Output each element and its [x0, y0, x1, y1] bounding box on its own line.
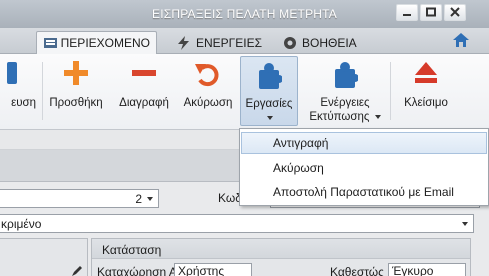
status-header-label: Κατάσταση [102, 243, 162, 257]
left-group-box [0, 238, 88, 276]
tools-dropdown-menu: Αντιγραφή Ακύρωση Αποστολή Παραστατικού … [239, 128, 489, 206]
close-button[interactable]: Κλείσιμο [394, 56, 458, 126]
cancel-button-label: Ακύρωση [183, 97, 233, 109]
menu-item-send-email[interactable]: Αποστολή Παραστατικού με Email [241, 181, 487, 203]
close-button-label: Κλείσιμο [404, 97, 448, 109]
maximize-icon [426, 7, 436, 17]
partial-button-label: ευση [11, 97, 36, 109]
tab-content[interactable]: ΠΕΡΙΕΧΟΜΕΝΟ [36, 31, 157, 54]
print-actions-button[interactable]: Ενέργειες Εκτύπωσης [304, 56, 386, 126]
tools-button[interactable]: Εργασίες [240, 56, 298, 126]
close-icon [450, 7, 460, 17]
puzzle-icon [335, 62, 358, 88]
content-icon [44, 38, 57, 48]
title-bar: ΕΙΣΠΡΑΞΕΙΣ ΠΕΛΑΤΗ ΜΕΤΡΗΤΑ [0, 0, 489, 28]
state-label: Καθεστώς [330, 265, 384, 276]
close-window-button[interactable] [444, 4, 466, 21]
menu-item-copy[interactable]: Αντιγραφή [241, 132, 487, 154]
tab-actions[interactable]: ΕΝΕΡΓΕΙΕΣ [170, 31, 268, 54]
tab-help[interactable]: ΒΟΗΘΕΙΑ [276, 31, 363, 54]
tab-help-label: ΒΟΗΘΕΙΑ [302, 35, 357, 50]
number-combo[interactable]: 2 [0, 189, 159, 208]
chevron-down-icon [267, 115, 273, 120]
tab-content-label: ΠΕΡΙΕΧΟΜΕΝΟ [60, 36, 150, 50]
tools-label-text: Εργασίες [245, 98, 293, 110]
ribbon-separator [42, 62, 43, 120]
cancel-button[interactable]: Ακύρωση [178, 56, 238, 126]
status-group-header: Κατάσταση [92, 239, 470, 259]
lightning-icon [178, 35, 189, 50]
minus-icon [132, 70, 156, 76]
chevron-down-icon [374, 114, 381, 119]
print-actions-line1: Ενέργειες [320, 97, 370, 109]
ribbon-separator [390, 62, 391, 120]
plus-icon [64, 61, 88, 85]
home-icon[interactable] [452, 32, 470, 48]
type-value: κριμένο [1, 217, 42, 231]
add-button[interactable]: Προσθήκη [44, 56, 108, 126]
partial-blue-icon [7, 62, 17, 84]
partial-ribbon-button[interactable]: ευση [0, 56, 40, 126]
type-combo[interactable]: κριμένο [0, 214, 474, 233]
ribbon: ευση Προσθήκη Διαγραφή Ακύρωση Εργασίες [0, 54, 489, 130]
chevron-down-icon [462, 222, 468, 226]
state-field[interactable]: Έγκυρο [388, 263, 466, 276]
minimize-icon [403, 14, 411, 16]
chevron-down-icon [147, 197, 153, 201]
delete-button[interactable]: Διαγραφή [112, 56, 176, 126]
ribbon-tab-row: ΠΕΡΙΕΧΟΜΕΝΟ ΕΝΕΡΓΕΙΕΣ ΒΟΗΘΕΙΑ [0, 28, 489, 54]
pencil-icon[interactable] [71, 265, 83, 276]
maximize-button[interactable] [420, 4, 442, 21]
menu-item-cancel[interactable]: Ακύρωση [241, 157, 487, 179]
eject-icon [415, 62, 437, 83]
tools-button-label: Εργασίες [241, 97, 297, 125]
print-actions-line2: Εκτύπωσης [309, 111, 370, 123]
entry-from-field[interactable]: Χρήστης [174, 263, 252, 276]
minimize-button[interactable] [396, 4, 418, 21]
number-value: 2 [135, 192, 142, 206]
add-button-label: Προσθήκη [49, 97, 103, 109]
print-actions-label: Ενέργειες Εκτύπωσης [304, 96, 386, 124]
help-icon [284, 36, 296, 49]
delete-button-label: Διαγραφή [119, 97, 169, 109]
tab-actions-label: ΕΝΕΡΓΕΙΕΣ [196, 35, 263, 50]
puzzle-icon [259, 63, 282, 89]
undo-icon [195, 64, 219, 87]
